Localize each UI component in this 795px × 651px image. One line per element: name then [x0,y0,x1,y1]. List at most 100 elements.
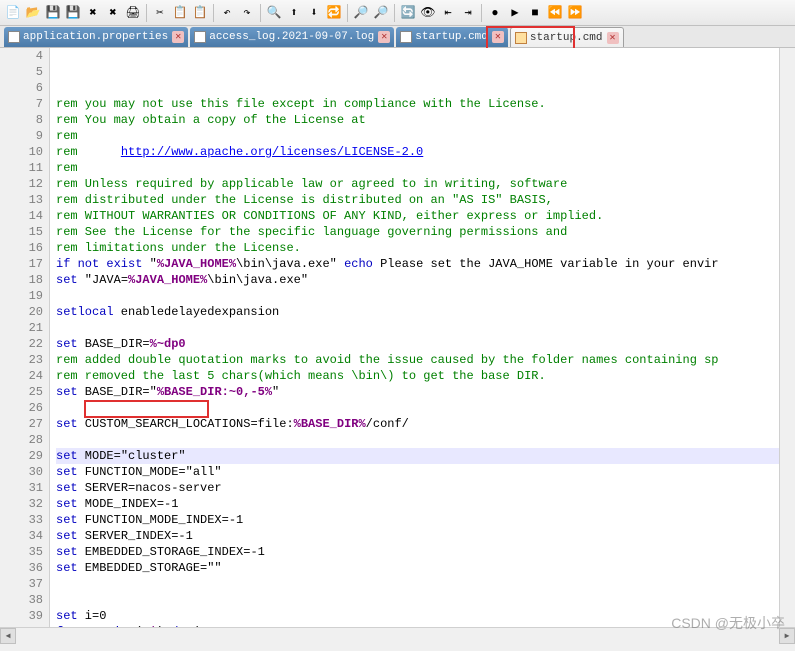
code-line[interactable]: rem added double quotation marks to avoi… [56,352,779,368]
tab-1[interactable]: access_log.2021-09-07.log ✕ [190,27,394,47]
code-line[interactable]: set SERVER=nacos-server [56,480,779,496]
code-line[interactable]: rem removed the last 5 chars(which means… [56,368,779,384]
close-all-button[interactable]: ✖ [104,4,122,22]
line-number: 35 [0,544,43,560]
replace-button[interactable]: 🔁 [325,4,343,22]
file-icon [8,31,20,43]
code-line[interactable]: set SERVER_INDEX=-1 [56,528,779,544]
search-button[interactable]: 🔍 [265,4,283,22]
line-number: 30 [0,464,43,480]
main-toolbar: 📄📂💾💾✖✖🖨✂📋📋↶↷🔍⬆⬇🔁🔎🔎🔄👁⇤⇥●▶■⏪⏩ [0,0,795,26]
code-line[interactable]: set "JAVA=%JAVA_HOME%\bin\java.exe" [56,272,779,288]
file-icon [194,31,206,43]
find-prev-button[interactable]: ⬆ [285,4,303,22]
tab-2[interactable]: startup.cmd ✕ [396,27,508,47]
show-all-button[interactable]: 👁 [419,4,437,22]
code-line[interactable]: rem [56,160,779,176]
code-line[interactable]: setlocal enabledelayedexpansion [56,304,779,320]
code-line[interactable]: set i=0 [56,608,779,624]
close-button[interactable]: ✖ [84,4,102,22]
line-number: 32 [0,496,43,512]
copy-button[interactable]: 📋 [171,4,189,22]
code-line[interactable]: set BASE_DIR="%BASE_DIR:~0,-5%" [56,384,779,400]
sync-button[interactable]: 🔄 [399,4,417,22]
code-line[interactable]: rem See the License for the specific lan… [56,224,779,240]
code-line[interactable]: set BASE_DIR=%~dp0 [56,336,779,352]
line-number: 4 [0,48,43,64]
scroll-left-arrow[interactable]: ◀ [0,628,16,644]
toolbar-separator [260,4,261,22]
zoom-out-button[interactable]: 🔎 [372,4,390,22]
find-next-button[interactable]: ⬇ [305,4,323,22]
line-number: 7 [0,96,43,112]
code-line[interactable]: rem you may not use this file except in … [56,96,779,112]
line-number: 14 [0,208,43,224]
line-number: 19 [0,288,43,304]
code-line[interactable]: rem You may obtain a copy of the License… [56,112,779,128]
end-button[interactable]: ⏩ [566,4,584,22]
code-line[interactable]: rem http://www.apache.org/licenses/LICEN… [56,144,779,160]
paste-button[interactable]: 📋 [191,4,209,22]
line-number: 37 [0,576,43,592]
code-line[interactable] [56,320,779,336]
tab-label: access_log.2021-09-07.log [209,31,374,43]
line-number: 31 [0,480,43,496]
toolbar-separator [481,4,482,22]
code-line[interactable] [56,400,779,416]
file-icon [400,31,412,43]
toolbar-separator [213,4,214,22]
code-line[interactable] [56,432,779,448]
code-line[interactable]: rem [56,128,779,144]
tab-3[interactable]: startup.cmd✕ [510,27,624,47]
tab-close-icon[interactable]: ✕ [378,31,390,43]
tab-close-icon[interactable]: ✕ [607,32,619,44]
undo-button[interactable]: ↶ [218,4,236,22]
zoom-in-button[interactable]: 🔎 [352,4,370,22]
tab-0[interactable]: application.properties✕ [4,27,188,47]
code-line[interactable]: for %%a in (%*) do ( [56,624,779,627]
print-button[interactable]: 🖨 [124,4,142,22]
code-line[interactable] [56,592,779,608]
line-number: 12 [0,176,43,192]
code-line[interactable] [56,288,779,304]
line-number: 36 [0,560,43,576]
code-line[interactable]: set FUNCTION_MODE_INDEX=-1 [56,512,779,528]
code-line[interactable]: set CUSTOM_SEARCH_LOCATIONS=file:%BASE_D… [56,416,779,432]
indent-button[interactable]: ⇥ [459,4,477,22]
toolbar-separator [146,4,147,22]
code-line[interactable]: set MODE="cluster" [56,448,779,464]
play-button[interactable]: ▶ [506,4,524,22]
line-number: 18 [0,272,43,288]
open-button[interactable]: 📂 [24,4,42,22]
vertical-scrollbar[interactable] [779,48,795,627]
scroll-right-arrow[interactable]: ▶ [779,628,795,644]
code-line[interactable]: rem Unless required by applicable law or… [56,176,779,192]
code-line[interactable]: rem limitations under the License. [56,240,779,256]
toolbar-separator [394,4,395,22]
save-button[interactable]: 💾 [44,4,62,22]
code-line[interactable] [56,576,779,592]
code-line[interactable]: rem WITHOUT WARRANTIES OR CONDITIONS OF … [56,208,779,224]
save-all-button[interactable]: 💾 [64,4,82,22]
redo-button[interactable]: ↷ [238,4,256,22]
cut-button[interactable]: ✂ [151,4,169,22]
code-line[interactable]: rem distributed under the License is dis… [56,192,779,208]
tab-label: startup.cmd [415,31,488,43]
code-line[interactable]: set EMBEDDED_STORAGE_INDEX=-1 [56,544,779,560]
tab-close-icon[interactable]: ✕ [172,31,184,43]
horizontal-scrollbar[interactable]: ◀ ▶ [0,627,795,643]
code-area[interactable]: rem you may not use this file except in … [50,48,779,627]
code-line[interactable]: set FUNCTION_MODE="all" [56,464,779,480]
code-line[interactable]: set EMBEDDED_STORAGE="" [56,560,779,576]
record-button[interactable]: ● [486,4,504,22]
scroll-track[interactable] [16,628,779,643]
code-line[interactable]: set MODE_INDEX=-1 [56,496,779,512]
stop-button[interactable]: ■ [526,4,544,22]
code-line[interactable]: if not exist "%JAVA_HOME%\bin\java.exe" … [56,256,779,272]
line-number: 21 [0,320,43,336]
line-number: 13 [0,192,43,208]
new-button[interactable]: 📄 [4,4,22,22]
tab-close-icon[interactable]: ✕ [492,31,504,43]
rewind-button[interactable]: ⏪ [546,4,564,22]
outdent-button[interactable]: ⇤ [439,4,457,22]
